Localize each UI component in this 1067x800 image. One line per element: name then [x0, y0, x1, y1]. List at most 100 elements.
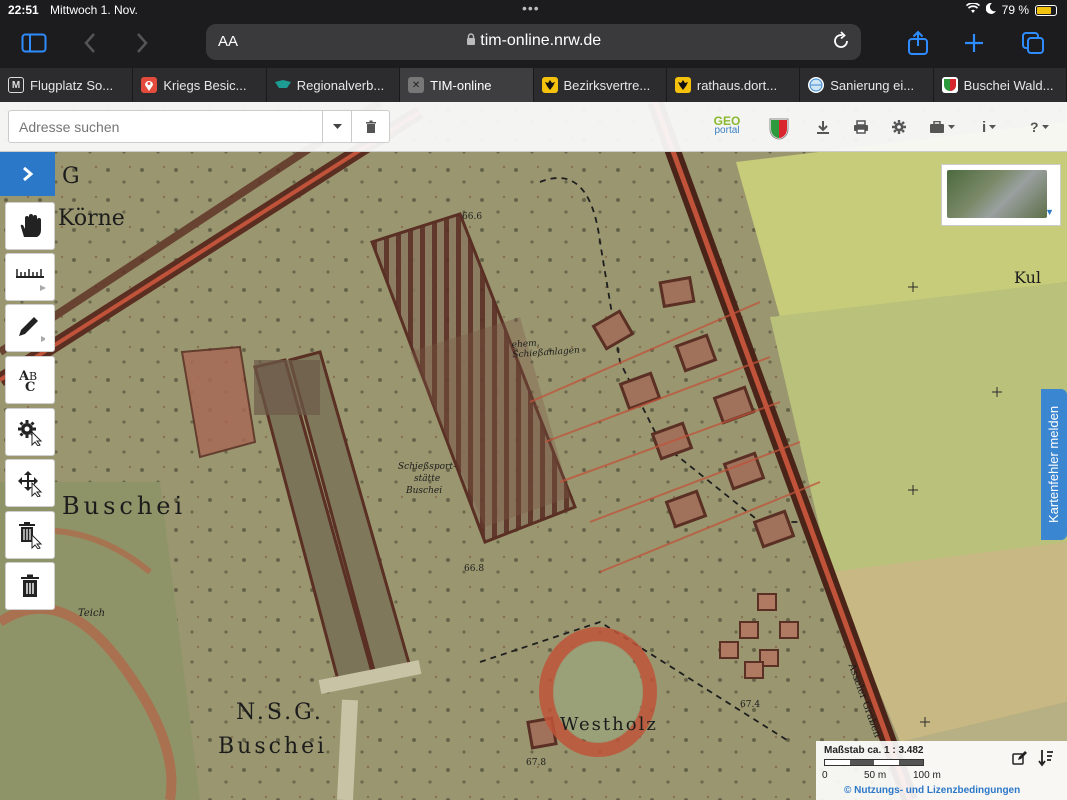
search-clear-button[interactable] [351, 110, 390, 143]
label-tool-button[interactable]: ABC [5, 356, 55, 404]
geoportal-logo[interactable]: GEO portal [708, 115, 746, 140]
dortmund-eagle-icon [674, 77, 691, 93]
lock-icon [466, 32, 480, 49]
download-icon[interactable] [816, 116, 830, 138]
tab-label: Kriegs Besic... [163, 77, 247, 93]
scale-tick-0: 0 [822, 770, 828, 781]
tab-bar: M Flugplatz So... Kriegs Besic... Region… [0, 68, 1067, 102]
help-icon: ? [1030, 119, 1039, 135]
map-elevation-2: 66.8 [464, 564, 485, 574]
caret-down-icon [1041, 125, 1049, 129]
toggle-panel-button[interactable] [0, 152, 55, 196]
nrw-crest-logo[interactable] [769, 118, 789, 140]
print-icon[interactable] [853, 116, 869, 138]
map-label-teich: Teich [78, 608, 106, 619]
geoportal-logo-bottom: portal [714, 125, 740, 136]
map-label-buschei: Buschei [62, 492, 187, 520]
tab-label: Buschei Wald... [963, 77, 1054, 93]
trash-icon [21, 574, 39, 597]
status-date: Mittwoch 1. Nov. [50, 3, 138, 17]
url-text: tim-online.nrw.de [480, 32, 602, 49]
map-elevation-3: 67.8 [526, 758, 547, 768]
rvr-icon [274, 77, 291, 93]
close-tab-icon[interactable]: ✕ [408, 77, 425, 93]
url-bar[interactable]: AA tim-online.nrw.de [206, 24, 861, 60]
briefcase-icon [930, 120, 944, 133]
tab-label: TIM-online [430, 77, 492, 93]
tab-kriegs[interactable]: Kriegs Besic... [133, 68, 267, 102]
map-elevation-1: 66.6 [462, 212, 483, 222]
edit-settings-tool-button[interactable] [5, 408, 55, 456]
aerial-thumbnail [947, 170, 1047, 218]
back-icon[interactable] [74, 28, 106, 58]
report-map-error-button[interactable]: Kartenfehler melden [1041, 389, 1067, 540]
map-canvas[interactable] [0, 102, 1067, 800]
tab-tim-online[interactable]: ✕ TIM-online [400, 68, 534, 102]
svg-text:C: C [25, 380, 35, 393]
license-link[interactable]: © Nutzungs- und Lizenzbedingungen [844, 785, 1020, 796]
edit-icon[interactable] [1012, 751, 1028, 768]
moon-icon [985, 2, 996, 17]
multitask-dots-icon[interactable]: ••• [522, 0, 540, 16]
move-tool-button[interactable] [5, 459, 55, 507]
map-label-schiesssport-1: Schießsport- [398, 462, 456, 472]
caret-down-icon: ▼ [1045, 207, 1054, 217]
map-label-westholz: Westholz [560, 714, 658, 735]
tab-buschei[interactable]: Buschei Wald... [934, 68, 1067, 102]
gear-icon[interactable] [892, 116, 906, 138]
map-label-korne: Körne [58, 206, 125, 231]
move-arrows-icon [18, 471, 43, 497]
wifi-icon [965, 2, 980, 17]
map-label-schiesssport-2: stätte [414, 474, 441, 484]
tab-rathaus[interactable]: rathaus.dort... [667, 68, 801, 102]
new-tab-icon[interactable] [958, 28, 990, 58]
tab-overview-icon[interactable] [1017, 28, 1049, 58]
tab-label: Sanierung ei... [830, 77, 915, 93]
search-dropdown-button[interactable] [322, 110, 352, 143]
tab-label: Flugplatz So... [30, 77, 114, 93]
tab-label: Regionalverb... [296, 77, 385, 93]
tab-sanierung[interactable]: Sanierung ei... [800, 68, 934, 102]
browser-toolbar: AA tim-online.nrw.de [0, 20, 1067, 68]
tab-regionalverband[interactable]: Regionalverb... [267, 68, 401, 102]
status-bar: 22:51 Mittwoch 1. Nov. ••• 79 % [0, 0, 1067, 20]
draw-tool-button[interactable] [5, 304, 55, 352]
battery-percent: 79 % [1001, 3, 1029, 17]
map-label-nsg: N.S.G. [236, 700, 324, 725]
measure-tool-button[interactable] [5, 253, 55, 301]
pan-tool-button[interactable] [5, 202, 55, 250]
hand-icon [20, 214, 41, 237]
toolbox-menu[interactable] [929, 116, 955, 138]
scale-tick-100: 100 m [913, 770, 941, 781]
gear-cursor-icon [18, 420, 43, 446]
delete-all-button[interactable] [5, 562, 55, 610]
map-label-buschei-nsg: Buschei [218, 734, 328, 759]
background-map-switcher[interactable]: ▼ [941, 164, 1061, 226]
map-label-schiesssport-3: Buschei [406, 486, 443, 496]
abc-label-icon: A BC [18, 369, 37, 393]
m-icon: M [8, 77, 24, 93]
tab-label: Bezirksvertre... [563, 77, 651, 93]
tab-flugplatz[interactable]: M Flugplatz So... [0, 68, 134, 102]
sidebar-icon[interactable] [18, 28, 50, 58]
map-pin-icon [141, 77, 158, 93]
map-elevation-4: 67.4 [740, 700, 761, 710]
tab-bezirksvertretung[interactable]: Bezirksvertre... [534, 68, 667, 102]
scale-panel: Maßstab ca. 1 : 3.482 0 50 m 100 m © Nut… [816, 741, 1067, 800]
pencil-icon [19, 317, 45, 342]
share-icon[interactable] [902, 28, 934, 58]
info-menu[interactable]: i [982, 116, 997, 138]
caret-down-icon [948, 125, 955, 129]
caret-down-icon [989, 125, 997, 129]
sort-order-icon[interactable] [1038, 749, 1054, 770]
forward-icon[interactable] [126, 28, 158, 58]
scale-tick-50: 50 m [864, 770, 887, 781]
reload-icon[interactable] [831, 30, 851, 57]
map-view[interactable]: G Körne Buschei N.S.G. Buschei Westholz … [0, 102, 1067, 800]
address-search-input[interactable] [8, 110, 323, 143]
chevron-right-icon [22, 166, 33, 182]
help-menu[interactable]: ? [1030, 116, 1049, 138]
delete-object-tool-button[interactable] [5, 511, 55, 559]
scale-title: Maßstab ca. 1 : 3.482 [824, 745, 924, 756]
nrw-crest-icon [941, 77, 958, 93]
